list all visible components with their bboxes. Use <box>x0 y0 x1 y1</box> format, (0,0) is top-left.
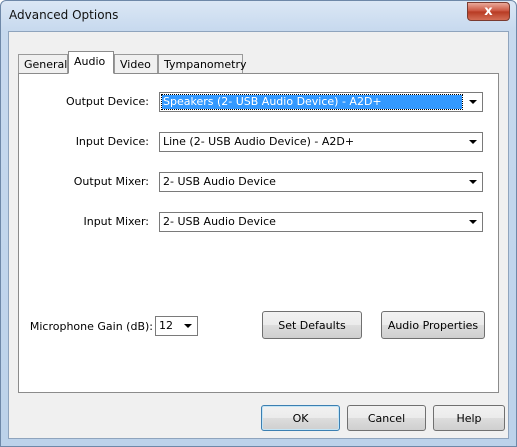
input-mixer-label: Input Mixer: <box>83 215 149 228</box>
cancel-label: Cancel <box>367 411 406 425</box>
set-defaults-button[interactable]: Set Defaults <box>262 311 362 339</box>
input-device-label: Input Device: <box>75 135 149 148</box>
tab-audio[interactable]: Audio <box>68 51 114 74</box>
tab-tympanometry[interactable]: Tympanometry <box>158 54 246 73</box>
help-label: Help <box>456 411 482 425</box>
close-icon: x <box>484 4 493 19</box>
ok-button[interactable]: OK <box>261 405 340 431</box>
chevron-down-icon[interactable] <box>464 174 481 190</box>
audio-properties-label: Audio Properties <box>387 318 479 332</box>
microphone-gain-select[interactable]: 12 <box>155 316 198 336</box>
help-button[interactable]: Help <box>433 405 505 431</box>
advanced-options-window: Advanced Options x General Audio Video T… <box>0 0 517 447</box>
set-defaults-label: Set Defaults <box>278 318 346 332</box>
output-mixer-value: 2- USB Audio Device <box>163 175 276 188</box>
tab-general[interactable]: General <box>18 54 68 73</box>
dialog-body: General Audio Video Tympanometry Output … <box>8 31 509 439</box>
chevron-down-icon[interactable] <box>464 134 481 150</box>
chevron-down-icon[interactable] <box>464 94 481 110</box>
input-mixer-value: 2- USB Audio Device <box>163 215 276 228</box>
dialog-footer: OK Cancel Help <box>9 399 508 438</box>
output-mixer-select[interactable]: 2- USB Audio Device <box>159 172 483 192</box>
ok-label: OK <box>292 411 309 425</box>
microphone-gain-label: Microphone Gain (dB): <box>29 320 153 333</box>
output-mixer-label: Output Mixer: <box>73 175 149 188</box>
cancel-button[interactable]: Cancel <box>347 405 426 431</box>
audio-tab-panel: Output Device: Speakers (2- USB Audio De… <box>18 73 499 393</box>
title-bar[interactable]: Advanced Options x <box>1 1 516 31</box>
chevron-down-icon[interactable] <box>179 318 196 334</box>
output-device-select[interactable]: Speakers (2- USB Audio Device) - A2D+ <box>159 92 483 112</box>
close-button[interactable]: x <box>467 2 510 21</box>
input-device-value: Line (2- USB Audio Device) - A2D+ <box>163 135 355 148</box>
input-device-select[interactable]: Line (2- USB Audio Device) - A2D+ <box>159 132 483 152</box>
input-mixer-select[interactable]: 2- USB Audio Device <box>159 212 483 232</box>
microphone-gain-value: 12 <box>159 319 173 332</box>
tab-video[interactable]: Video <box>114 54 158 73</box>
chevron-down-icon[interactable] <box>464 214 481 230</box>
output-device-label: Output Device: <box>65 95 149 108</box>
audio-properties-button[interactable]: Audio Properties <box>381 311 485 339</box>
output-device-value: Speakers (2- USB Audio Device) - A2D+ <box>161 94 463 110</box>
window-title: Advanced Options <box>9 8 119 22</box>
